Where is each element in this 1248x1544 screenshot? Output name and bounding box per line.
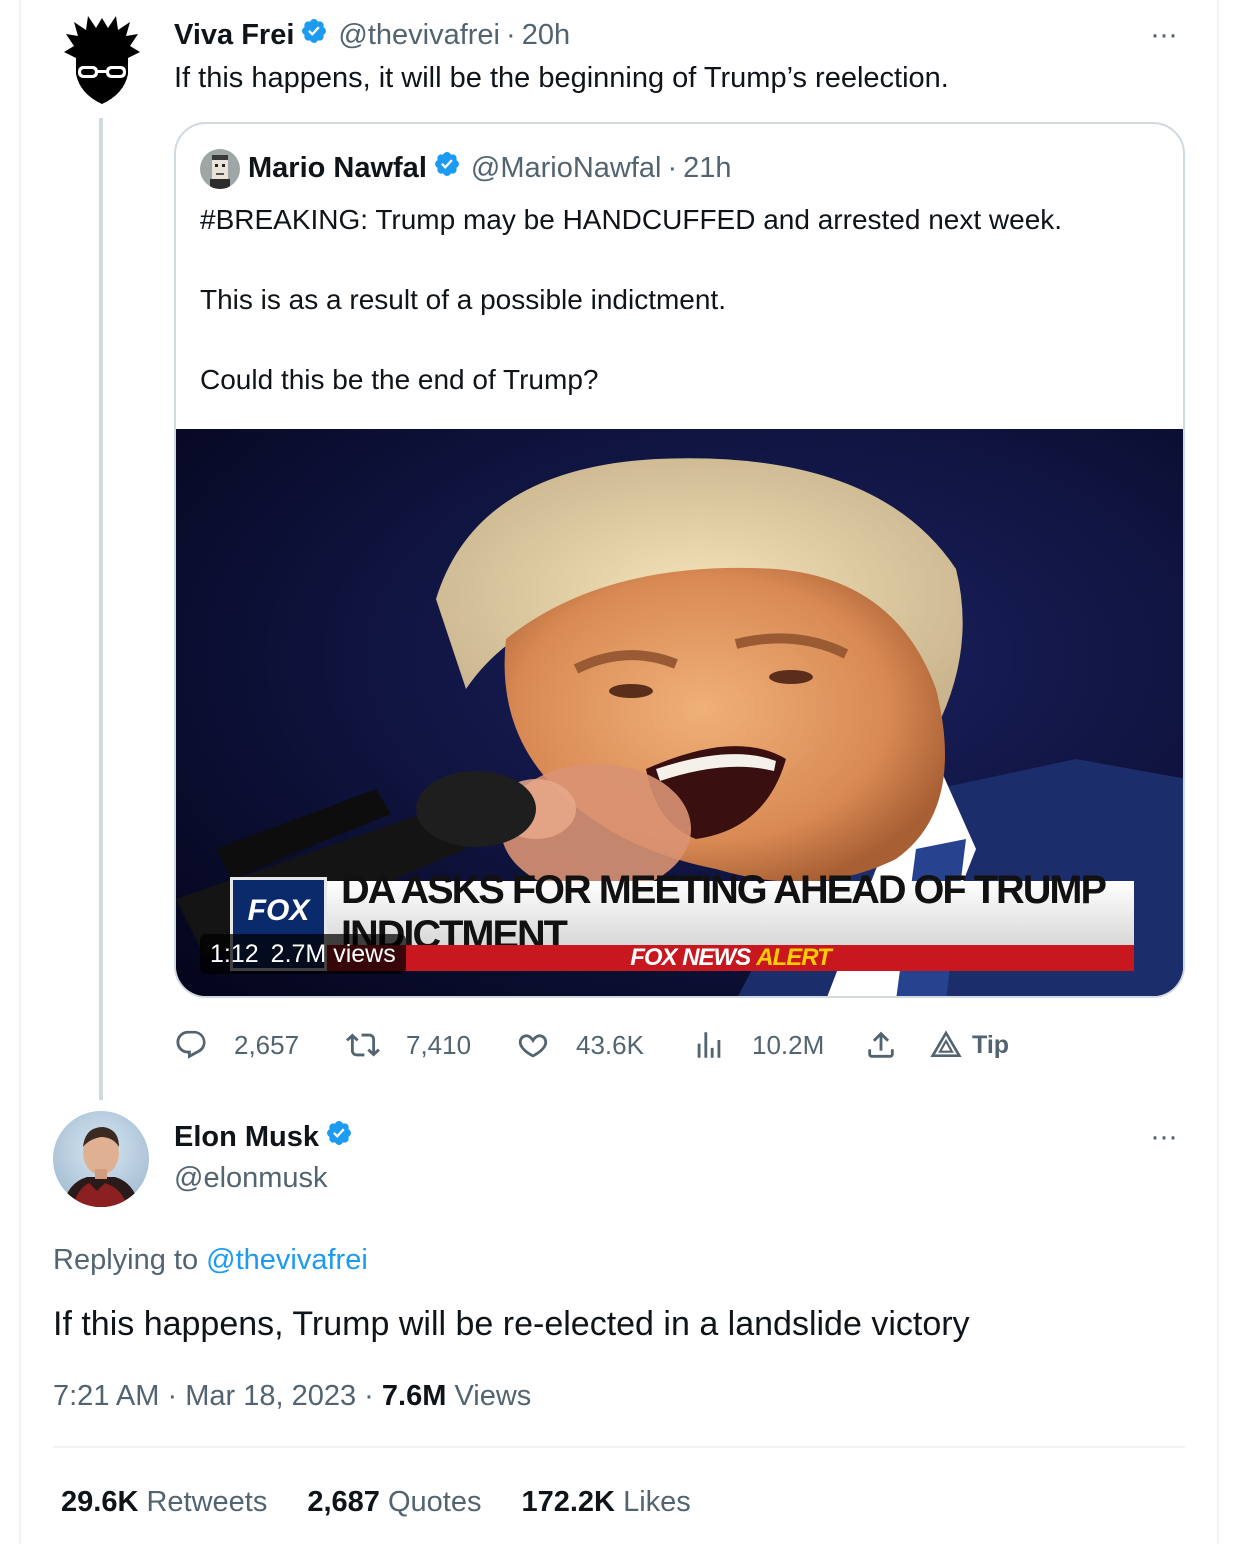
mario-display-name[interactable]: Mario Nawfal (248, 152, 427, 185)
chyron-alert-bar: FOX NEWS ALERT (327, 944, 1134, 971)
replying-to: Replying to @thevivafrei (53, 1240, 368, 1280)
tip-label: Tip (972, 1030, 1010, 1059)
share-icon (864, 1028, 898, 1062)
quotes-label: Quotes (387, 1486, 482, 1518)
verified-badge-icon (300, 17, 328, 53)
elon-display-name[interactable]: Elon Musk (174, 1121, 319, 1154)
retweets-label: Retweets (146, 1486, 268, 1518)
elon-musk-avatar[interactable] (53, 1111, 149, 1207)
retweet-count: 7,410 (406, 1029, 472, 1060)
views-button[interactable]: 10.2M (692, 1028, 864, 1062)
share-button[interactable] (864, 1028, 930, 1062)
replying-to-handle-link[interactable]: @thevivafrei (206, 1244, 368, 1276)
viva-handle[interactable]: @thevivafrei (338, 19, 500, 52)
divider (53, 1446, 1185, 1448)
chyron-alert: ALERT (756, 944, 832, 971)
tweet-views-count[interactable]: 7.6M (382, 1380, 446, 1412)
chyron-network: FOX NEWS (630, 944, 751, 971)
time-separator: · (667, 151, 678, 184)
likes-stat-link[interactable]: 172.2K Likes (521, 1482, 690, 1522)
likes-count: 172.2K (521, 1486, 615, 1518)
tip-icon (930, 1029, 962, 1061)
thread-connector-line (99, 118, 103, 1100)
quoted-tweet-line: Could this be the end of Trump? (200, 364, 599, 395)
quotes-count: 2,687 (307, 1486, 380, 1518)
like-count: 43.6K (576, 1029, 644, 1060)
tip-button[interactable]: Tip (930, 1029, 1009, 1061)
like-button[interactable]: 43.6K (516, 1028, 692, 1062)
viva-tweet-header: Viva Frei @thevivafrei · 20h (174, 14, 570, 56)
video-duration-badge: 1:12 2.7M views (200, 934, 406, 974)
viva-timestamp[interactable]: 20h (522, 19, 570, 52)
video-duration: 1:12 (210, 939, 259, 968)
verified-badge-icon (325, 1119, 353, 1155)
viva-tweet-text: If this happens, it will be the beginnin… (174, 62, 949, 94)
retweet-icon (346, 1028, 380, 1062)
reply-icon (174, 1028, 208, 1062)
view-count: 10.2M (752, 1029, 825, 1060)
mario-timestamp[interactable]: 21h (683, 152, 731, 185)
video-view-count: 2.7M views (270, 939, 396, 968)
meta-separator: · (364, 1380, 374, 1412)
reply-count: 2,657 (234, 1029, 300, 1060)
mario-nawfal-avatar[interactable] (200, 149, 240, 189)
more-icon[interactable]: ··· (1150, 20, 1178, 50)
elon-handle[interactable]: @elonmusk (174, 1158, 328, 1198)
like-icon (516, 1028, 550, 1062)
likes-label: Likes (623, 1486, 691, 1518)
tweet-views-label[interactable]: Views (454, 1380, 531, 1412)
quoted-tweet-line: #BREAKING: Trump may be HANDCUFFED and a… (200, 204, 1063, 235)
reply-button[interactable]: 2,657 (174, 1028, 346, 1062)
replying-to-label: Replying to (53, 1244, 199, 1276)
verified-badge-icon (433, 150, 461, 186)
tweet-date[interactable]: Mar 18, 2023 (185, 1380, 356, 1412)
more-icon[interactable]: ··· (1150, 1122, 1178, 1152)
quoted-tweet-header: Mario Nawfal @MarioNawfal · 21h (248, 148, 732, 188)
retweets-stat-link[interactable]: 29.6K Retweets (61, 1482, 267, 1522)
video-player[interactable]: FOX DA ASKS FOR MEETING AHEAD OF TRUMP I… (176, 429, 1183, 996)
tweet-time[interactable]: 7:21 AM (53, 1380, 159, 1412)
quoted-tweet-line: This is as a result of a possible indict… (200, 284, 727, 315)
time-separator: · (506, 18, 516, 51)
engagement-stats: 29.6K Retweets 2,687 Quotes 172.2K Likes (61, 1482, 731, 1522)
quoted-tweet-text: #BREAKING: Trump may be HANDCUFFED and a… (200, 200, 1062, 400)
tweet-action-bar: 2,657 7,410 43.6K 10.2M Tip (174, 1022, 1009, 1068)
meta-separator: · (167, 1380, 178, 1412)
views-icon (692, 1028, 726, 1062)
elon-tweet-text: If this happens, Trump will be re-electe… (53, 1305, 970, 1343)
elon-tweet-header: Elon Musk (174, 1116, 353, 1158)
quotes-stat-link[interactable]: 2,687 Quotes (307, 1482, 481, 1522)
mario-handle[interactable]: @MarioNawfal (471, 152, 662, 185)
viva-frei-avatar[interactable] (64, 14, 140, 108)
quoted-tweet-card[interactable]: Mario Nawfal @MarioNawfal · 21h #BREAKIN… (174, 122, 1185, 998)
chyron-headline: DA ASKS FOR MEETING AHEAD OF TRUMP INDIC… (327, 868, 1134, 957)
viva-display-name[interactable]: Viva Frei (174, 19, 294, 52)
retweets-count: 29.6K (61, 1486, 139, 1518)
retweet-button[interactable]: 7,410 (346, 1028, 516, 1062)
tweet-metadata: 7:21 AM · Mar 18, 2023 · 7.6M Views (53, 1376, 531, 1416)
